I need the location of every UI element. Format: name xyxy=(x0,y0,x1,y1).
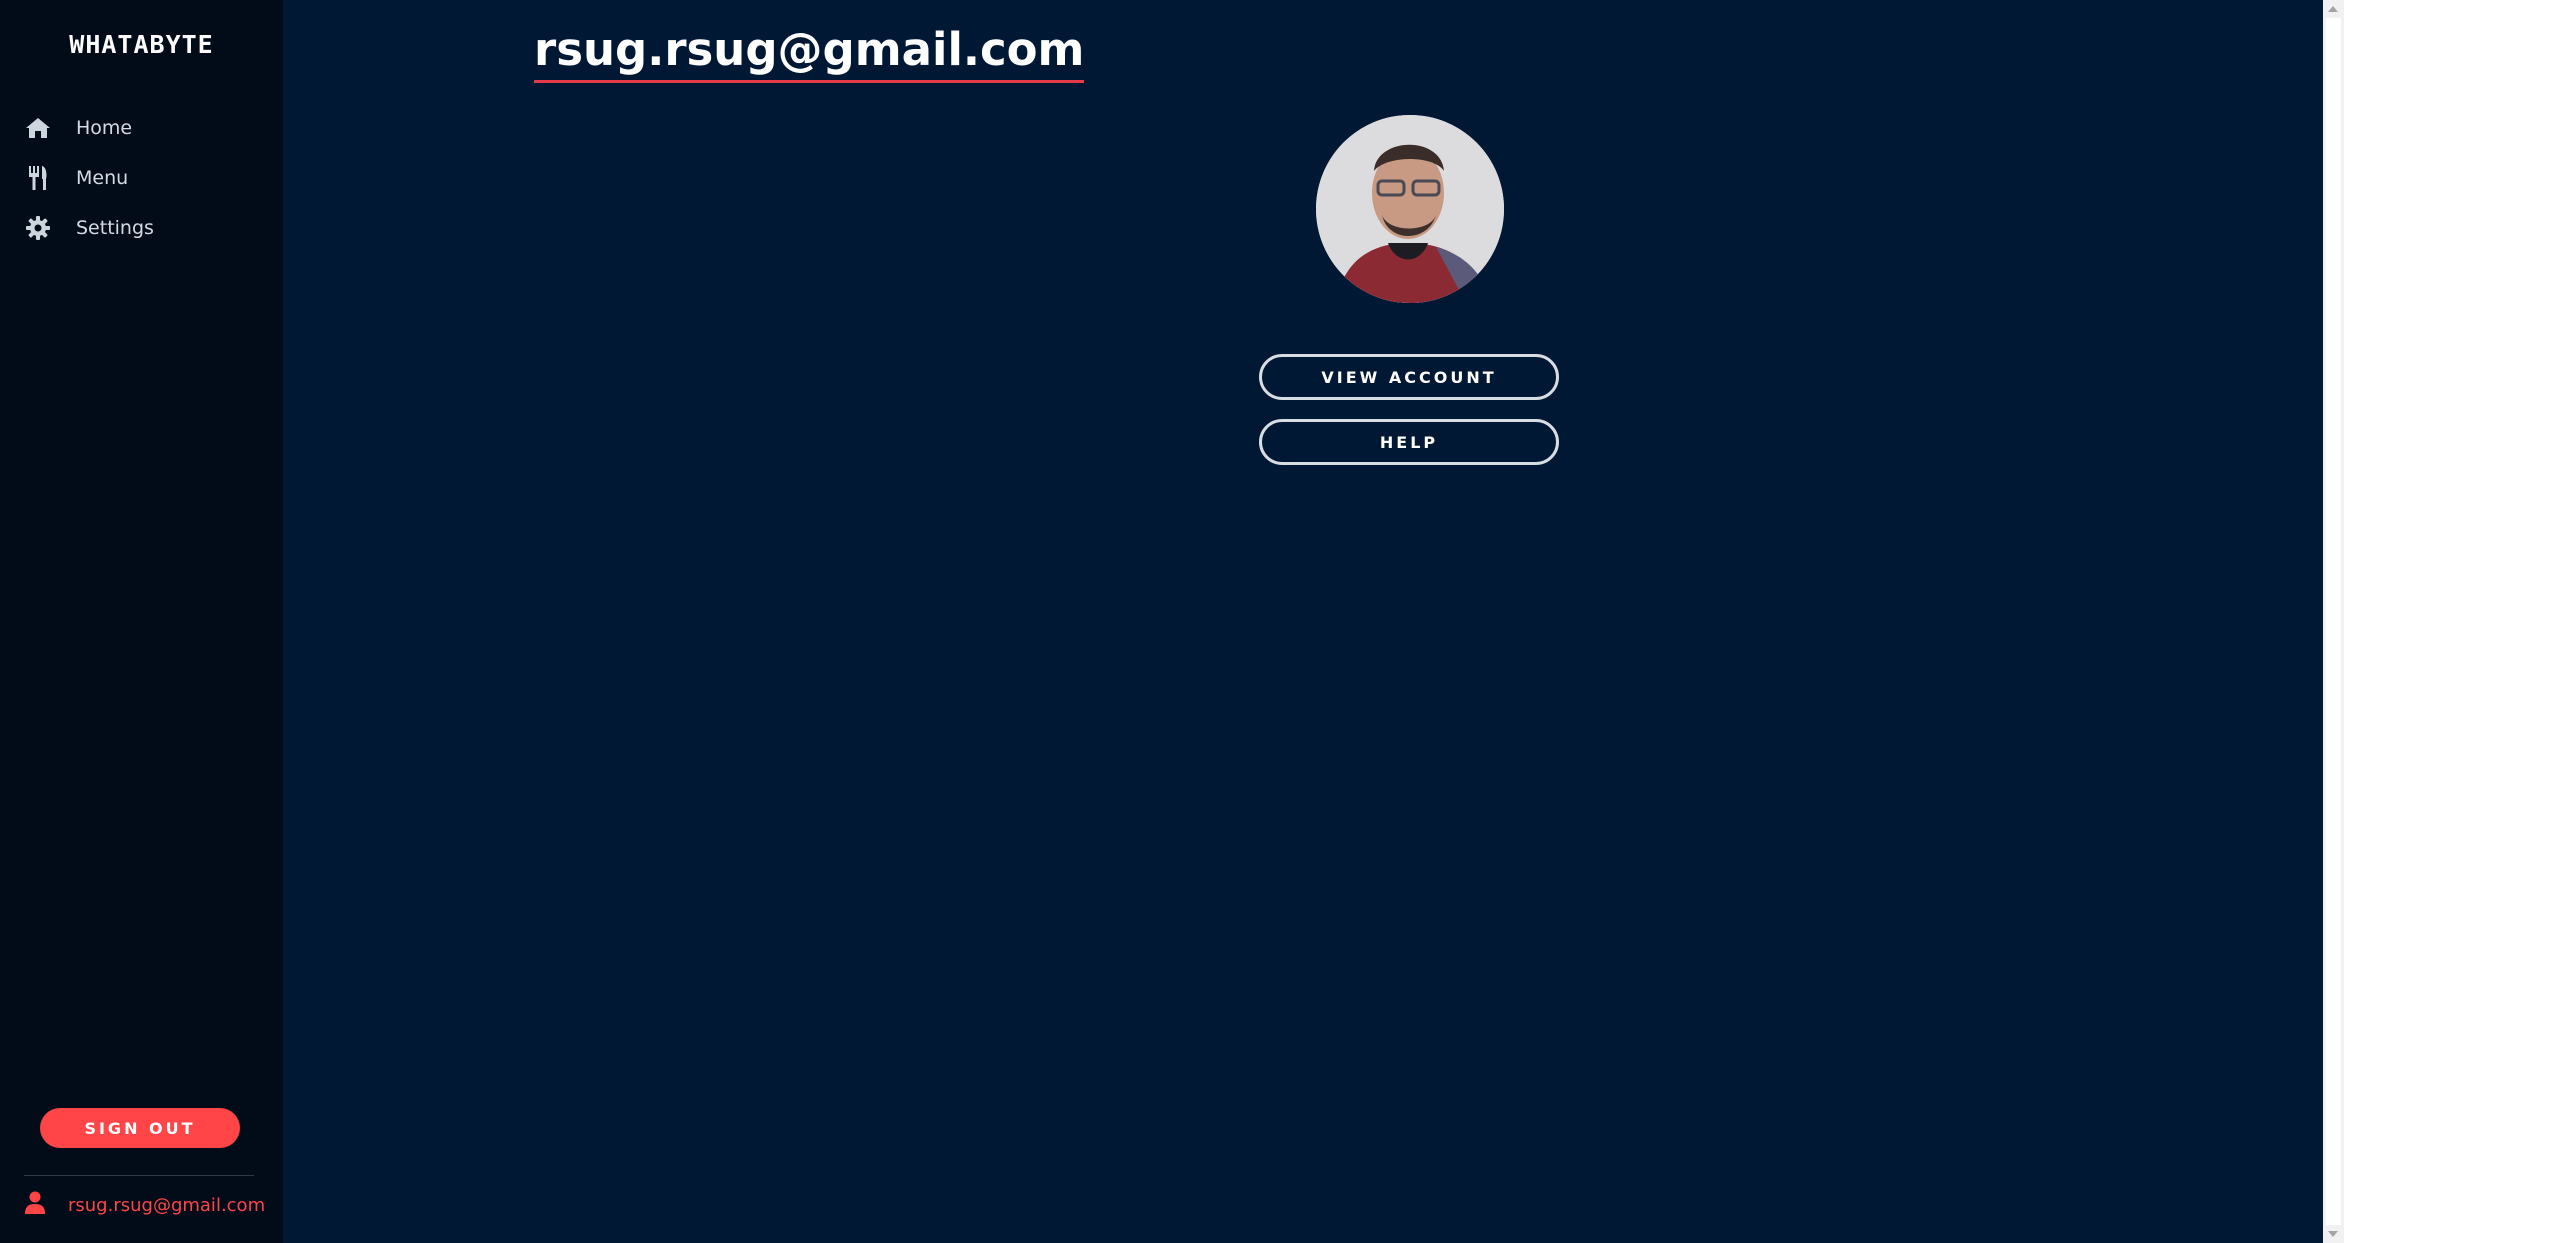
sidebar-divider xyxy=(24,1175,254,1176)
sidebar-item-settings[interactable]: Settings xyxy=(24,208,264,248)
brand-logo[interactable]: WHATABYTE xyxy=(0,30,283,59)
sidebar-item-label: Settings xyxy=(76,217,154,239)
sidebar-item-label: Menu xyxy=(76,167,129,189)
sidebar: WHATABYTE Home Menu Settings SIGN OUT rs… xyxy=(0,0,283,1243)
scrollbar-thumb[interactable] xyxy=(2326,18,2341,1225)
sidebar-user[interactable]: rsug.rsug@gmail.com xyxy=(24,1190,265,1220)
user-icon xyxy=(24,1191,46,1219)
vertical-scrollbar[interactable] xyxy=(2323,0,2344,1243)
home-icon xyxy=(24,114,52,142)
view-account-button[interactable]: VIEW ACCOUNT xyxy=(1259,354,1559,400)
sign-out-button[interactable]: SIGN OUT xyxy=(40,1108,240,1148)
scroll-down-arrow-icon[interactable] xyxy=(2328,1231,2338,1237)
app-window: WHATABYTE Home Menu Settings SIGN OUT rs… xyxy=(0,0,2556,1243)
sidebar-item-home[interactable]: Home xyxy=(24,108,264,148)
gear-icon xyxy=(24,214,52,242)
sidebar-user-email: rsug.rsug@gmail.com xyxy=(68,1194,266,1216)
scroll-up-arrow-icon[interactable] xyxy=(2328,6,2338,12)
help-button[interactable]: HELP xyxy=(1259,419,1559,465)
utensils-icon xyxy=(24,164,52,192)
window-margin xyxy=(2344,0,2556,1243)
main-content: rsug.rsug@gmail.com VIEW ACCOUNT HELP xyxy=(283,0,2323,1243)
sidebar-item-label: Home xyxy=(76,117,133,139)
sidebar-item-menu[interactable]: Menu xyxy=(24,158,264,198)
page-title: rsug.rsug@gmail.com xyxy=(534,22,1085,83)
avatar xyxy=(1316,115,1504,303)
